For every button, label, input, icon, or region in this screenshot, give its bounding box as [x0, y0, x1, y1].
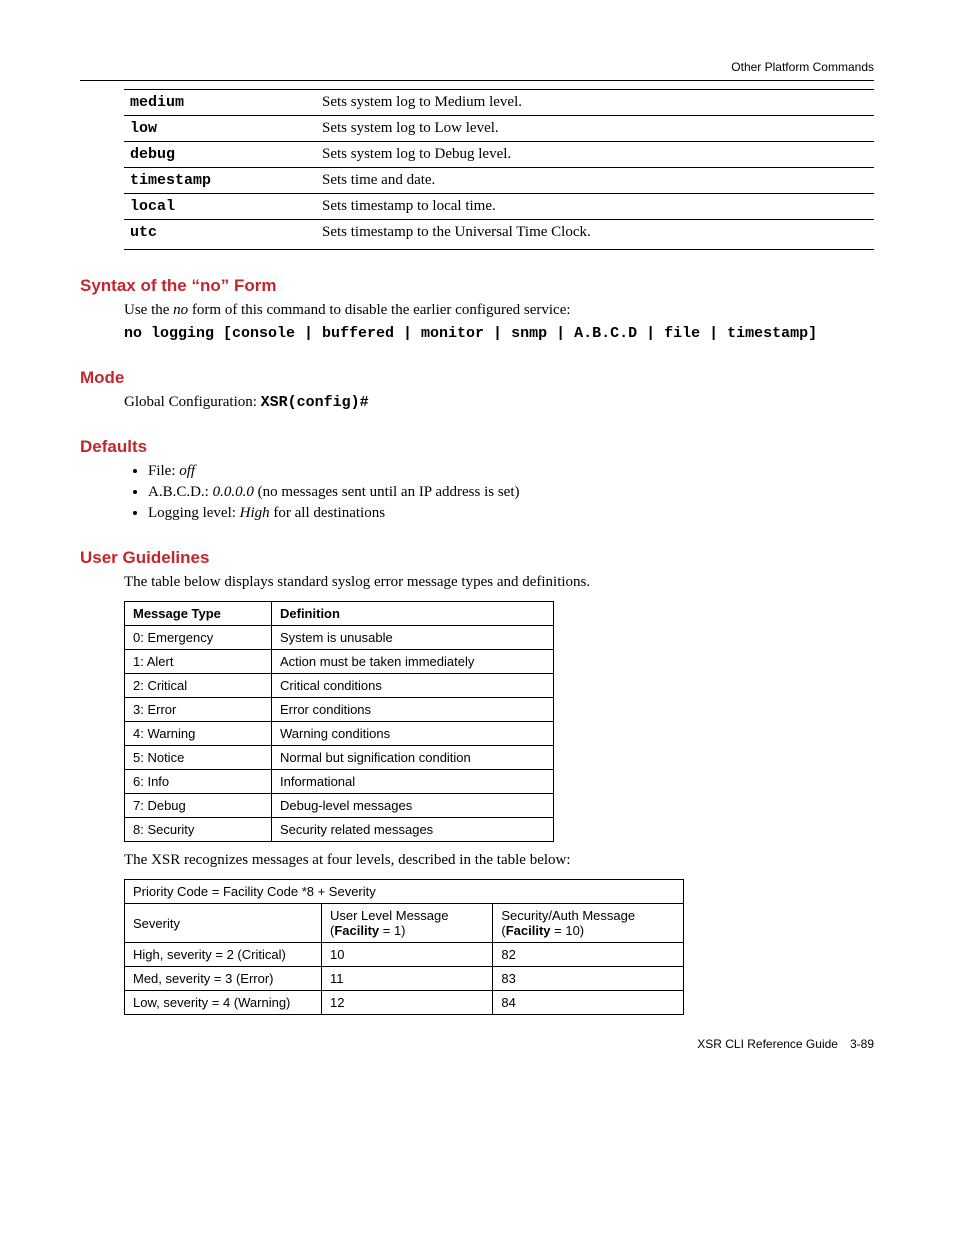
- header-section: Other Platform Commands: [80, 60, 874, 74]
- page-footer: XSR CLI Reference Guide 3-89: [80, 1037, 874, 1051]
- table-row: debugSets system log to Debug level.: [124, 142, 874, 168]
- table-row: utcSets timestamp to the Universal Time …: [124, 220, 874, 246]
- priority-table: Priority Code = Facility Code *8 + Sever…: [124, 879, 684, 1015]
- cell: 8: Security: [125, 818, 272, 842]
- table-row: lowSets system log to Low level.: [124, 116, 874, 142]
- table-row: 5: NoticeNormal but signification condit…: [125, 746, 554, 770]
- cell: 5: Notice: [125, 746, 272, 770]
- param-keyword: local: [124, 194, 316, 220]
- cell: 12: [322, 991, 493, 1015]
- text: Global Configuration:: [124, 394, 261, 410]
- cell: 84: [493, 991, 684, 1015]
- message-type-table: Message Type Definition 0: EmergencySyst…: [124, 601, 554, 842]
- footer-title: XSR CLI Reference Guide: [697, 1037, 838, 1051]
- footer-page: 3-89: [850, 1037, 874, 1051]
- text: Facility: [334, 923, 379, 938]
- table-row: mediumSets system log to Medium level.: [124, 90, 874, 116]
- ug-mid: The XSR recognizes messages at four leve…: [124, 852, 874, 869]
- col-header: Definition: [272, 602, 554, 626]
- param-desc: Sets timestamp to the Universal Time Clo…: [316, 220, 874, 246]
- cell: Low, severity = 4 (Warning): [125, 991, 322, 1015]
- table-row: 7: DebugDebug-level messages: [125, 794, 554, 818]
- footer-sep: [838, 1037, 850, 1051]
- section-mode: Mode: [80, 368, 874, 388]
- param-keyword: timestamp: [124, 168, 316, 194]
- table-row: 8: SecuritySecurity related messages: [125, 818, 554, 842]
- cell: System is unusable: [272, 626, 554, 650]
- text: Use the: [124, 302, 173, 318]
- list-item: Logging level: High for all destinations: [148, 505, 874, 522]
- cell: Normal but signification condition: [272, 746, 554, 770]
- params-bottom-rule: [124, 249, 874, 250]
- cell: 83: [493, 967, 684, 991]
- text: User Level Message: [330, 908, 449, 923]
- cell: 4: Warning: [125, 722, 272, 746]
- text: form of this command to disable the earl…: [188, 302, 570, 318]
- cell: Informational: [272, 770, 554, 794]
- cell: Error conditions: [272, 698, 554, 722]
- section-user-guidelines: User Guidelines: [80, 548, 874, 568]
- syntax-intro: Use the no form of this command to disab…: [124, 302, 874, 319]
- param-desc: Sets system log to Debug level.: [316, 142, 874, 168]
- cell: 7: Debug: [125, 794, 272, 818]
- table-row: localSets timestamp to local time.: [124, 194, 874, 220]
- col-header: Message Type: [125, 602, 272, 626]
- syntax-code: no logging [console | buffered | monitor…: [124, 325, 874, 342]
- param-desc: Sets timestamp to local time.: [316, 194, 874, 220]
- text: Security/Auth Message: [501, 908, 635, 923]
- cell: 10: [322, 943, 493, 967]
- cell: 6: Info: [125, 770, 272, 794]
- ug-intro: The table below displays standard syslog…: [124, 574, 874, 591]
- parameters-table: mediumSets system log to Medium level.lo…: [124, 89, 874, 245]
- param-keyword: utc: [124, 220, 316, 246]
- cell: Security related messages: [272, 818, 554, 842]
- no-keyword: no: [173, 302, 188, 318]
- table-row: Med, severity = 3 (Error)1183: [125, 967, 684, 991]
- table-row: timestampSets time and date.: [124, 168, 874, 194]
- cell: 82: [493, 943, 684, 967]
- col-header: Security/Auth Message (Facility = 10): [493, 904, 684, 943]
- text: Facility: [506, 923, 551, 938]
- table-row: 1: AlertAction must be taken immediately: [125, 650, 554, 674]
- cell: Critical conditions: [272, 674, 554, 698]
- section-defaults: Defaults: [80, 437, 874, 457]
- mode-code: XSR(config)#: [261, 394, 369, 411]
- cell: Warning conditions: [272, 722, 554, 746]
- list-item: A.B.C.D.: 0.0.0.0 (no messages sent unti…: [148, 484, 874, 501]
- text: = 1): [379, 923, 405, 938]
- list-item: File: off: [148, 463, 874, 480]
- param-desc: Sets system log to Low level.: [316, 116, 874, 142]
- cell: 0: Emergency: [125, 626, 272, 650]
- cell: 3: Error: [125, 698, 272, 722]
- col-header: Severity: [125, 904, 322, 943]
- param-keyword: debug: [124, 142, 316, 168]
- section-syntax: Syntax of the “no” Form: [80, 276, 874, 296]
- header-rule: [80, 80, 874, 81]
- table-row: High, severity = 2 (Critical)1082: [125, 943, 684, 967]
- table-row: 4: WarningWarning conditions: [125, 722, 554, 746]
- param-desc: Sets time and date.: [316, 168, 874, 194]
- cell: 2: Critical: [125, 674, 272, 698]
- cell: 1: Alert: [125, 650, 272, 674]
- prio-caption: Priority Code = Facility Code *8 + Sever…: [125, 880, 684, 904]
- defaults-list: File: off A.B.C.D.: 0.0.0.0 (no messages …: [124, 463, 874, 522]
- cell: Med, severity = 3 (Error): [125, 967, 322, 991]
- cell: Debug-level messages: [272, 794, 554, 818]
- cell: High, severity = 2 (Critical): [125, 943, 322, 967]
- cell: Action must be taken immediately: [272, 650, 554, 674]
- text: = 10): [551, 923, 585, 938]
- cell: 11: [322, 967, 493, 991]
- table-row: 2: CriticalCritical conditions: [125, 674, 554, 698]
- table-row: 3: ErrorError conditions: [125, 698, 554, 722]
- col-header: User Level Message (Facility = 1): [322, 904, 493, 943]
- table-row: 6: InfoInformational: [125, 770, 554, 794]
- table-row: Low, severity = 4 (Warning)1284: [125, 991, 684, 1015]
- param-desc: Sets system log to Medium level.: [316, 90, 874, 116]
- param-keyword: medium: [124, 90, 316, 116]
- param-keyword: low: [124, 116, 316, 142]
- mode-text: Global Configuration: XSR(config)#: [124, 394, 874, 411]
- table-row: 0: EmergencySystem is unusable: [125, 626, 554, 650]
